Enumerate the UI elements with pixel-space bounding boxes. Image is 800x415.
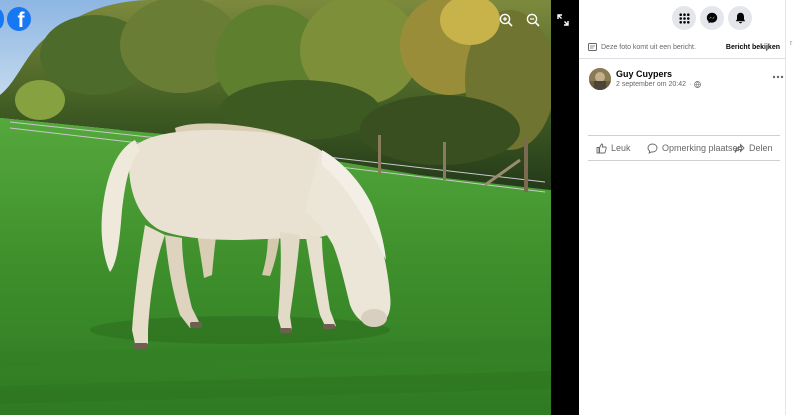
facebook-logo-icon[interactable]: f [7, 7, 31, 31]
post-notice-icon [588, 43, 597, 51]
like-button[interactable]: Leuk [596, 138, 631, 158]
share-icon [734, 142, 745, 153]
menu-grid-icon[interactable] [672, 6, 696, 30]
share-button[interactable]: Delen [734, 138, 773, 158]
more-options-icon[interactable] [770, 71, 786, 83]
like-icon [596, 143, 607, 153]
meta-separator: · [689, 81, 692, 88]
page-edge: r [785, 0, 800, 415]
comment-label: Opmerking plaatsen [662, 143, 743, 153]
post-notice: Deze foto komt uit een bericht. Bericht … [588, 41, 780, 53]
post-header: Guy Cuypers 2 september om 20:42 · [589, 68, 784, 94]
globe-icon [694, 81, 702, 88]
fullscreen-icon[interactable] [551, 8, 575, 32]
messenger-icon[interactable] [700, 6, 724, 30]
divider [588, 160, 780, 161]
divider [588, 135, 780, 136]
zoom-in-icon[interactable] [494, 8, 518, 32]
post-sidebar: Deze foto komt uit een bericht. Bericht … [579, 0, 785, 415]
share-label: Delen [749, 143, 773, 153]
photo-viewer: f [0, 0, 579, 415]
author-name[interactable]: Guy Cuypers [616, 69, 672, 79]
comment-button[interactable]: Opmerking plaatsen [647, 138, 743, 158]
like-label: Leuk [611, 143, 631, 153]
header-icons [579, 6, 785, 30]
avatar[interactable] [589, 68, 611, 90]
horse-photo[interactable] [0, 0, 551, 415]
comment-icon [647, 143, 658, 154]
horse-photo-image [0, 0, 551, 415]
divider [579, 58, 785, 59]
facebook-logo-letter: f [17, 9, 25, 31]
post-notice-text: Deze foto komt uit een bericht. [601, 43, 696, 51]
post-actions: Leuk Opmerking plaatsen Delen [588, 138, 780, 158]
zoom-out-icon[interactable] [521, 8, 545, 32]
post-timestamp[interactable]: 2 september om 20:42 [616, 81, 686, 88]
post-meta: 2 september om 20:42 · [616, 81, 702, 88]
view-post-link[interactable]: Bericht bekijken [726, 44, 780, 51]
notifications-bell-icon[interactable] [728, 6, 752, 30]
page-edge-text: r [790, 40, 793, 47]
